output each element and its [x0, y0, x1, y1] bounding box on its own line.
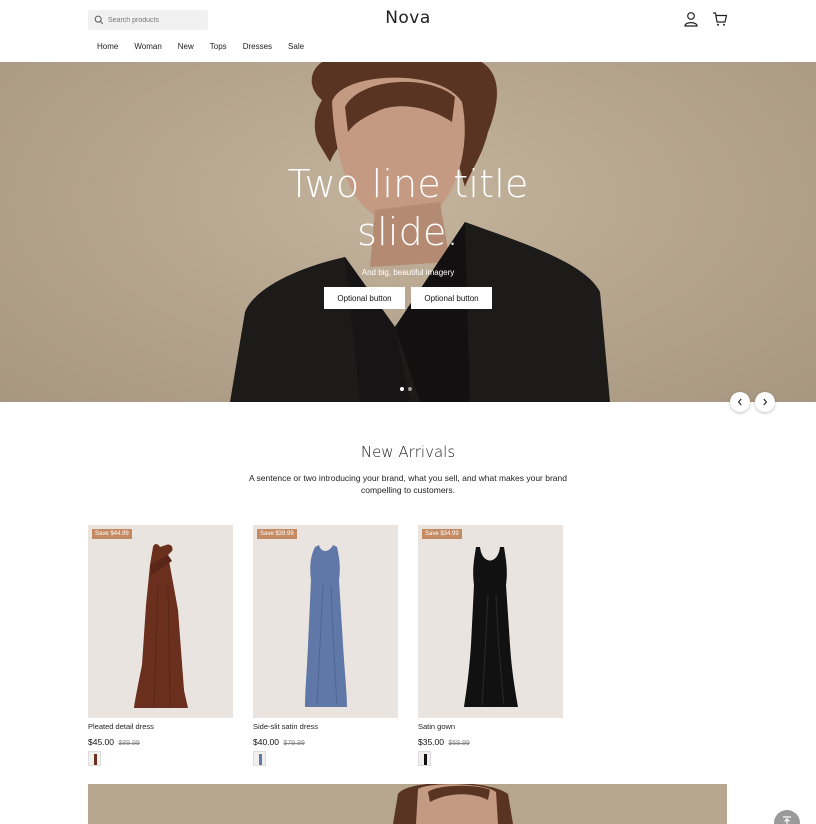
- slide-dots: [400, 387, 412, 391]
- section-description: A sentence or two introducing your brand…: [249, 473, 567, 495]
- compare-price: $79.99: [283, 740, 305, 747]
- color-swatch[interactable]: [88, 751, 101, 766]
- search-box[interactable]: [88, 10, 208, 30]
- product-card[interactable]: Save $39.99 Side-slit satin dress $40.00…: [253, 525, 398, 766]
- compare-price: $69.99: [448, 740, 470, 747]
- product-card[interactable]: Save $34.99 Satin gown $35.00 $69.99: [418, 525, 563, 766]
- user-icon[interactable]: [683, 11, 699, 27]
- next-slide-button[interactable]: [755, 392, 775, 412]
- hero-content: Two line title slide. And big, beautiful…: [0, 160, 816, 309]
- dress-image: [464, 547, 518, 707]
- product-price: $35.00 $69.99: [418, 737, 563, 747]
- logo-text[interactable]: Nova: [385, 8, 431, 28]
- product-image[interactable]: Save $34.99: [418, 525, 563, 718]
- product-image[interactable]: Save $39.99: [253, 525, 398, 718]
- hero-button-1[interactable]: Optional button: [324, 287, 405, 309]
- product-card[interactable]: Save $44.99 Pleated detail dress $45.00 …: [88, 525, 233, 766]
- sale-badge: Save $44.99: [92, 529, 132, 539]
- hero-button-2[interactable]: Optional button: [411, 287, 492, 309]
- hero-title: Two line title slide.: [287, 162, 529, 254]
- product-name[interactable]: Satin gown: [418, 722, 563, 731]
- dress-image: [305, 545, 347, 707]
- cart-icon[interactable]: [712, 11, 728, 27]
- chevron-right-icon: [763, 398, 768, 406]
- product-image[interactable]: Save $44.99: [88, 525, 233, 718]
- nav-item-tops[interactable]: Tops: [210, 42, 227, 51]
- compare-price: $89.99: [118, 740, 140, 747]
- sale-price: $40.00: [253, 737, 279, 747]
- nav-item-dresses[interactable]: Dresses: [243, 42, 272, 51]
- product-price: $45.00 $89.99: [88, 737, 233, 747]
- slide-dot-1[interactable]: [400, 387, 404, 391]
- nav-item-new[interactable]: New: [178, 42, 194, 51]
- hero-subtitle: And big, beautiful imagery: [361, 268, 455, 277]
- product-price: $40.00 $79.99: [253, 737, 398, 747]
- slide-dot-2[interactable]: [408, 387, 412, 391]
- sale-badge: Save $39.99: [257, 529, 297, 539]
- color-swatch[interactable]: [418, 751, 431, 766]
- site-header: Nova Home Woman New Tops Dresses Sale: [0, 0, 816, 62]
- scroll-to-top-button[interactable]: [774, 810, 800, 824]
- hero-slideshow: Two line title slide. And big, beautiful…: [0, 62, 816, 402]
- nav-item-woman[interactable]: Woman: [134, 42, 161, 51]
- product-name[interactable]: Side-slit satin dress: [253, 722, 398, 731]
- arrow-up-icon: [783, 816, 791, 824]
- section-title: New Arrivals: [360, 443, 456, 461]
- dress-image: [134, 544, 188, 709]
- banner-image: [393, 784, 513, 824]
- nav-item-sale[interactable]: Sale: [288, 42, 304, 51]
- sale-price: $35.00: [418, 737, 444, 747]
- product-name[interactable]: Pleated detail dress: [88, 722, 233, 731]
- main-nav: Home Woman New Tops Dresses Sale: [97, 42, 320, 51]
- color-swatch[interactable]: [253, 751, 266, 766]
- chevron-left-icon: [737, 398, 742, 406]
- image-banner: [88, 784, 727, 824]
- search-icon: [94, 15, 104, 25]
- prev-slide-button[interactable]: [730, 392, 750, 412]
- search-input[interactable]: [108, 16, 208, 24]
- nav-item-home[interactable]: Home: [97, 42, 118, 51]
- sale-price: $45.00: [88, 737, 114, 747]
- sale-badge: Save $34.99: [422, 529, 462, 539]
